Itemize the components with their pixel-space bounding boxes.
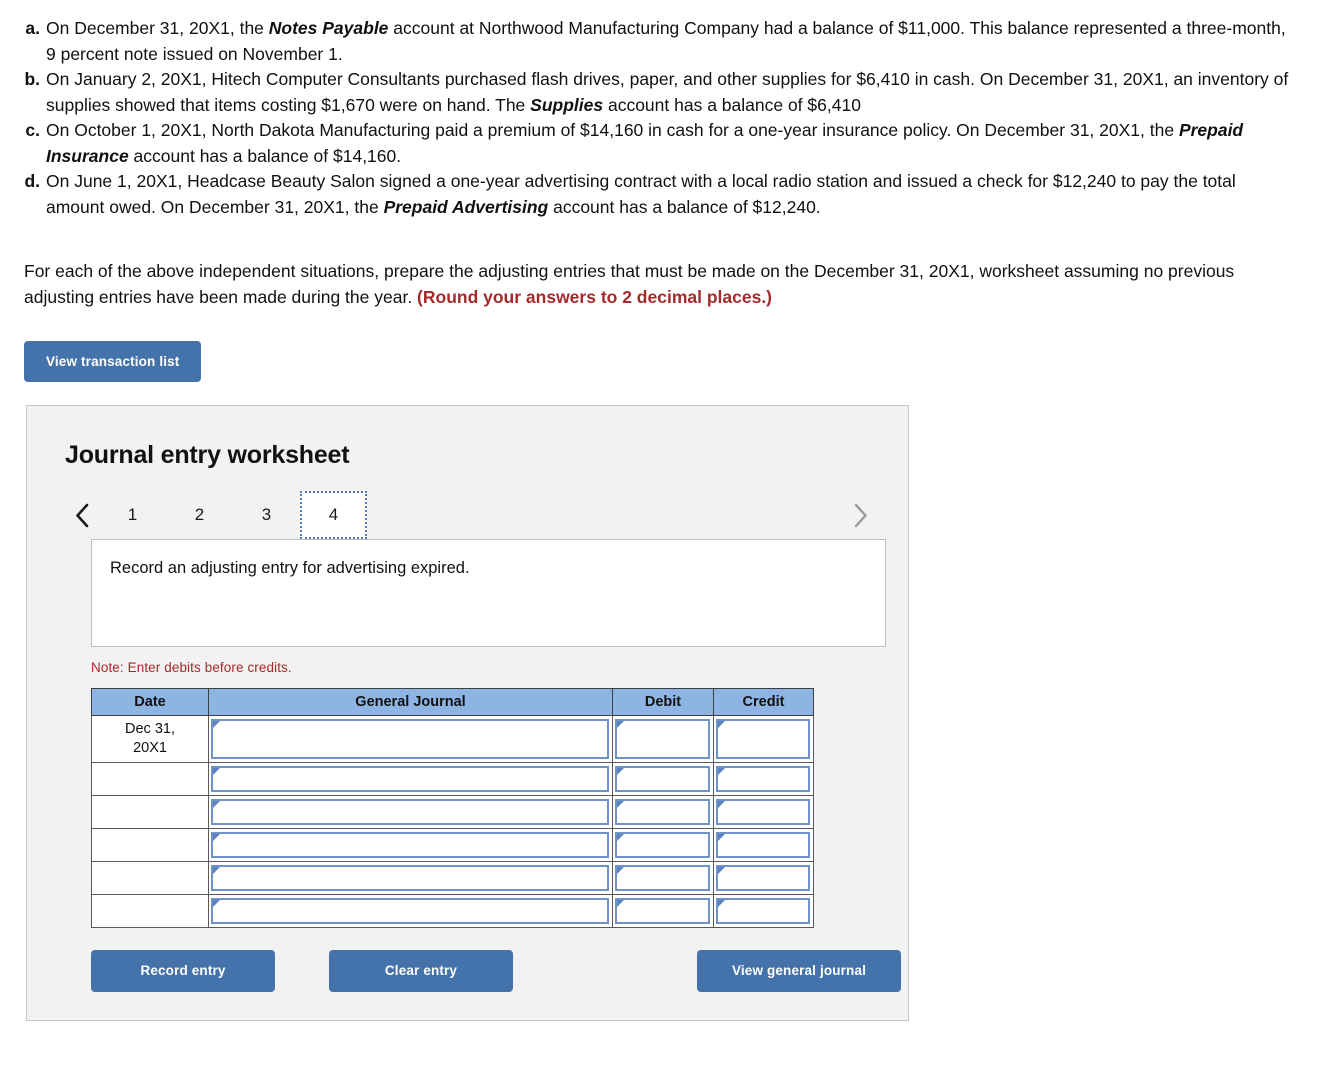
debit-input[interactable] bbox=[615, 766, 710, 792]
table-row bbox=[91, 795, 814, 829]
entry-description-box: Record an adjusting entry for advertisin… bbox=[91, 539, 886, 647]
debit-cell[interactable] bbox=[612, 795, 714, 829]
transaction-button-container: View transaction list bbox=[0, 341, 1334, 382]
table-header-row: Date General Journal Debit Credit bbox=[91, 688, 814, 716]
credit-cell[interactable] bbox=[713, 894, 814, 928]
debit-input[interactable] bbox=[615, 799, 710, 825]
credit-cell[interactable] bbox=[713, 762, 814, 796]
account-term: Notes Payable bbox=[268, 18, 389, 38]
credit-input[interactable] bbox=[716, 799, 810, 825]
worksheet-tab-4[interactable]: 4 bbox=[300, 491, 367, 539]
record-entry-button[interactable]: Record entry bbox=[91, 950, 275, 992]
debit-input[interactable] bbox=[615, 865, 710, 891]
worksheet-tab-3[interactable]: 3 bbox=[233, 491, 300, 539]
debit-cell[interactable] bbox=[612, 861, 714, 895]
problem-item-d: d. On June 1, 20X1, Headcase Beauty Salo… bbox=[24, 169, 1294, 220]
debit-input[interactable] bbox=[615, 832, 710, 858]
account-term: Prepaid Advertising bbox=[383, 196, 549, 217]
general-journal-cell[interactable] bbox=[208, 828, 613, 862]
debit-cell[interactable] bbox=[612, 828, 714, 862]
column-header-general-journal: General Journal bbox=[208, 688, 613, 716]
debit-input[interactable] bbox=[615, 719, 710, 759]
view-general-journal-button[interactable]: View general journal bbox=[697, 950, 901, 992]
journal-entry-worksheet-panel: Journal entry worksheet 1 2 3 4 Record a… bbox=[26, 405, 909, 1021]
credit-input[interactable] bbox=[716, 719, 810, 759]
general-journal-input[interactable] bbox=[211, 799, 609, 825]
table-row bbox=[91, 861, 814, 895]
column-header-date: Date bbox=[91, 688, 209, 716]
general-journal-input[interactable] bbox=[211, 719, 609, 759]
problem-text: On October 1, 20X1, North Dakota Manufac… bbox=[46, 120, 1244, 166]
problem-letter: a. bbox=[25, 18, 40, 38]
credit-input[interactable] bbox=[716, 898, 810, 924]
credit-cell[interactable] bbox=[713, 715, 814, 763]
chevron-right-icon[interactable] bbox=[843, 491, 877, 539]
problem-item-b: b. On January 2, 20X1, Hitech Computer C… bbox=[24, 67, 1294, 118]
table-row: Dec 31, 20X1 bbox=[91, 715, 814, 763]
account-term: Supplies bbox=[530, 94, 604, 115]
problem-statement-list: a. On December 31, 20X1, the Notes Payab… bbox=[0, 0, 1334, 220]
credit-input[interactable] bbox=[716, 865, 810, 891]
view-transaction-list-button[interactable]: View transaction list bbox=[24, 341, 202, 382]
journal-entry-table: Date General Journal Debit Credit Dec 31… bbox=[91, 688, 814, 928]
table-row bbox=[91, 894, 814, 928]
general-journal-input[interactable] bbox=[211, 898, 609, 924]
debits-before-credits-note: Note: Enter debits before credits. bbox=[91, 660, 292, 675]
debit-input[interactable] bbox=[615, 898, 710, 924]
date-cell bbox=[91, 795, 209, 829]
general-journal-cell[interactable] bbox=[208, 795, 613, 829]
worksheet-tab-2[interactable]: 2 bbox=[166, 491, 233, 539]
problem-letter: b. bbox=[24, 69, 40, 89]
instruction-paragraph: For each of the above independent situat… bbox=[0, 259, 1334, 310]
date-cell: Dec 31, 20X1 bbox=[91, 715, 209, 763]
debit-cell[interactable] bbox=[612, 715, 714, 763]
problem-letter: d. bbox=[24, 171, 40, 191]
general-journal-input[interactable] bbox=[211, 865, 609, 891]
clear-entry-button[interactable]: Clear entry bbox=[329, 950, 513, 992]
debit-cell[interactable] bbox=[612, 762, 714, 796]
table-row bbox=[91, 828, 814, 862]
credit-cell[interactable] bbox=[713, 828, 814, 862]
worksheet-tab-bar: 1 2 3 4 bbox=[65, 491, 877, 539]
entry-description-text: Record an adjusting entry for advertisin… bbox=[110, 559, 470, 577]
date-cell bbox=[91, 861, 209, 895]
problem-item-c: c. On October 1, 20X1, North Dakota Manu… bbox=[24, 118, 1294, 169]
problem-text: On June 1, 20X1, Headcase Beauty Salon s… bbox=[46, 171, 1236, 217]
instruction-emphasis-text: (Round your answers to 2 decimal places.… bbox=[417, 286, 773, 307]
problem-item-a: a. On December 31, 20X1, the Notes Payab… bbox=[24, 16, 1294, 67]
problem-text: On January 2, 20X1, Hitech Computer Cons… bbox=[46, 69, 1289, 115]
date-cell bbox=[91, 762, 209, 796]
debit-cell[interactable] bbox=[612, 894, 714, 928]
general-journal-input[interactable] bbox=[211, 832, 609, 858]
credit-cell[interactable] bbox=[713, 861, 814, 895]
worksheet-tab-1[interactable]: 1 bbox=[99, 491, 166, 539]
chevron-left-icon[interactable] bbox=[65, 491, 99, 539]
general-journal-cell[interactable] bbox=[208, 715, 613, 763]
problem-text: On December 31, 20X1, the Notes Payable … bbox=[46, 18, 1286, 64]
column-header-debit: Debit bbox=[612, 688, 714, 716]
problem-letter: c. bbox=[25, 120, 40, 140]
general-journal-cell[interactable] bbox=[208, 894, 613, 928]
column-header-credit: Credit bbox=[713, 688, 814, 716]
general-journal-cell[interactable] bbox=[208, 762, 613, 796]
credit-input[interactable] bbox=[716, 766, 810, 792]
page-title: Journal entry worksheet bbox=[65, 441, 350, 469]
worksheet-action-buttons: Record entry Clear entry View general jo… bbox=[91, 950, 901, 994]
general-journal-input[interactable] bbox=[211, 766, 609, 792]
date-cell bbox=[91, 828, 209, 862]
credit-cell[interactable] bbox=[713, 795, 814, 829]
credit-input[interactable] bbox=[716, 832, 810, 858]
date-cell bbox=[91, 894, 209, 928]
general-journal-cell[interactable] bbox=[208, 861, 613, 895]
table-row bbox=[91, 762, 814, 796]
